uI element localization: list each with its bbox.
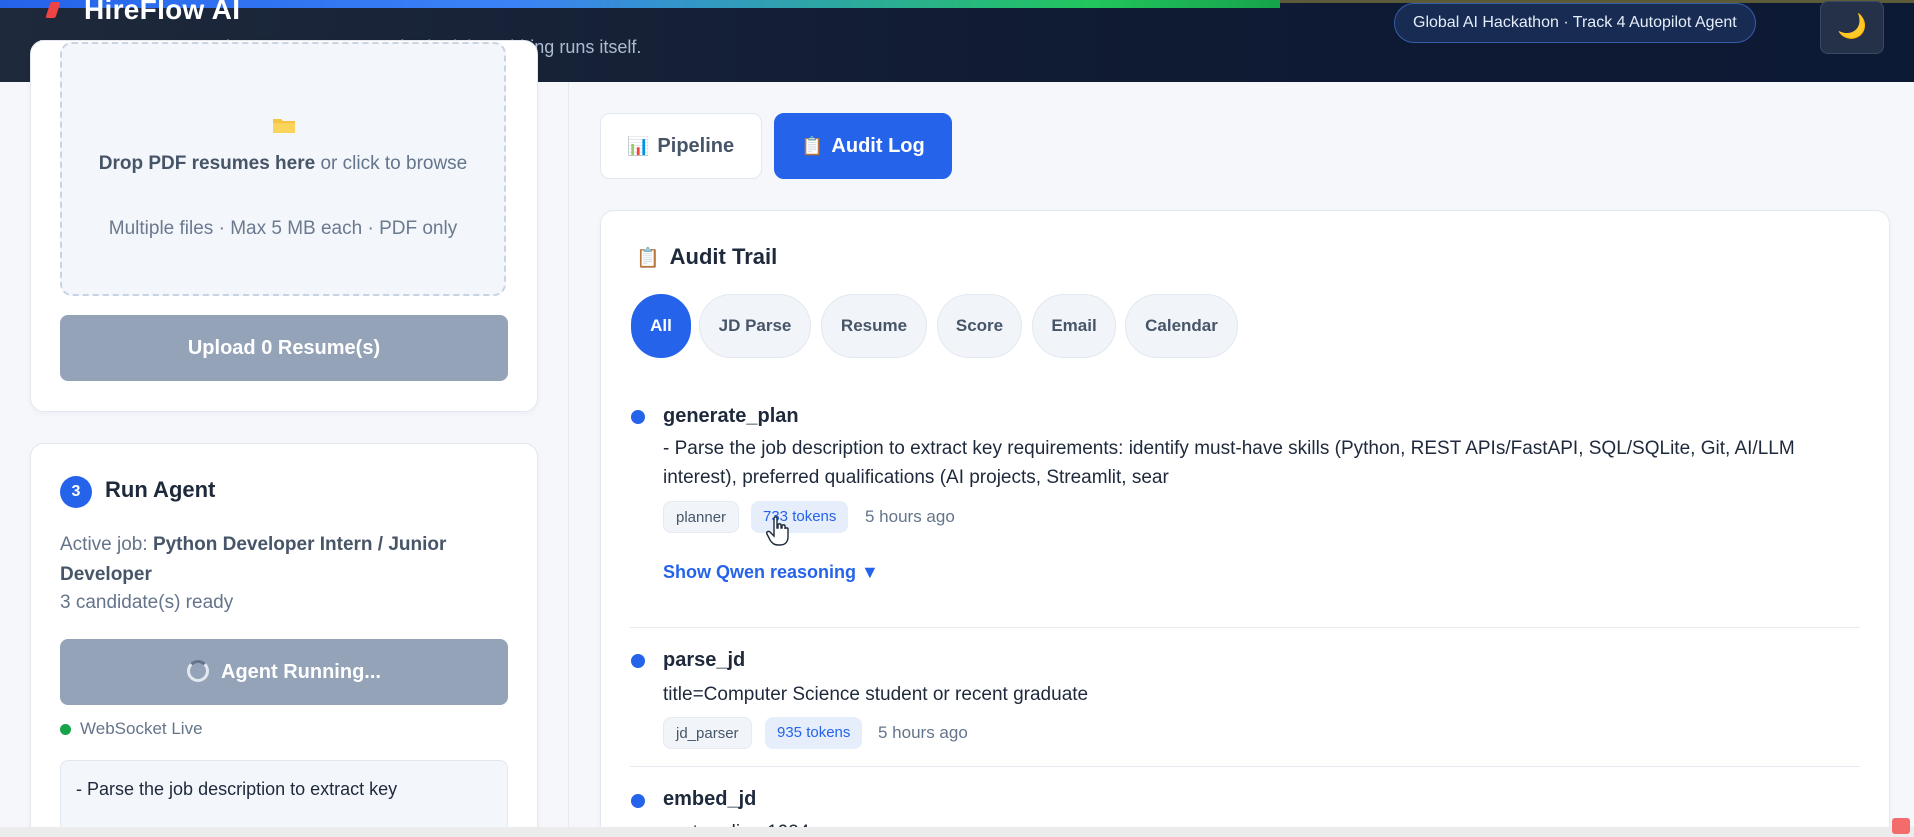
entry-bullet (631, 794, 645, 808)
filter-chip-all[interactable]: All (631, 294, 691, 358)
live-status-dot (60, 724, 71, 735)
node-tag: jd_parser (663, 717, 752, 749)
token-count-tag: 935 tokens (765, 717, 863, 749)
tab-audit-log[interactable]: 📋 Audit Log (774, 113, 952, 179)
hand-cursor-icon (766, 516, 789, 546)
show-reasoning-toggle[interactable]: Show Qwen reasoning ▼ (663, 562, 879, 583)
candidates-ready-text: 3 candidate(s) ready (60, 592, 234, 613)
theme-toggle-button[interactable]: 🌙 (1820, 1, 1884, 54)
audit-entry-name: generate_plan (663, 405, 799, 427)
entry-bullet (631, 654, 645, 668)
dropzone-rest-text: or click to browse (315, 153, 468, 174)
audit-entry-detail: - Parse the job description to extract k… (663, 438, 1795, 488)
node-tag: planner (663, 501, 740, 533)
entry-timestamp: 5 hours ago (865, 507, 955, 526)
entry-divider (630, 766, 1860, 767)
entry-divider (630, 627, 1860, 628)
hackathon-badge: Global AI Hackathon · Track 4 Autopilot … (1394, 3, 1756, 43)
tab-pipeline-label: Pipeline (657, 135, 735, 157)
entry-timestamp: 5 hours ago (878, 723, 968, 742)
step-number-badge: 3 (60, 476, 92, 508)
filter-chip-jd-parse[interactable]: JD Parse (699, 294, 811, 358)
tab-pipeline[interactable]: 📊 Pipeline (600, 113, 762, 179)
clipboard-icon: 📋 (801, 136, 824, 156)
filter-chip-score[interactable]: Score (937, 294, 1022, 358)
spinner-icon (187, 659, 209, 682)
filter-chip-calendar[interactable]: Calendar (1125, 294, 1238, 358)
filter-chip-email[interactable]: Email (1032, 294, 1116, 358)
audit-trail-title-text: Audit Trail (669, 244, 778, 269)
audit-entry-detail: title=Computer Science student or recent… (663, 684, 1089, 705)
dropzone-strong-text: Drop PDF resumes here (98, 153, 316, 174)
dropzone-text: Drop PDF resumes here or click to browse (60, 148, 506, 179)
websocket-status: WebSocket Live (80, 719, 203, 738)
clipboard-icon: 📋 (636, 248, 660, 269)
active-job-info: Active job: Python Developer Intern / Ju… (60, 530, 490, 590)
column-divider (568, 82, 569, 837)
agent-log-text: - Parse the job description to extract k… (76, 779, 398, 799)
moon-icon: 🌙 (1837, 13, 1867, 40)
audit-entry-name: parse_jd (663, 649, 746, 671)
app-title: HireFlow AI (84, 0, 241, 25)
bottom-scrollbar[interactable] (0, 827, 1914, 837)
run-agent-button[interactable]: Agent Running... (60, 639, 508, 705)
folder-icon (273, 119, 295, 133)
audit-trail-title: 📋 Audit Trail (636, 244, 777, 270)
filter-chip-resume[interactable]: Resume (821, 294, 927, 358)
tab-audit-log-label: Audit Log (831, 135, 925, 157)
audit-entry-name: embed_jd (663, 788, 757, 810)
run-agent-title: Run Agent (105, 477, 216, 502)
upload-resumes-button[interactable]: Upload 0 Resume(s) (60, 315, 508, 381)
active-job-label: Active job: (60, 534, 153, 555)
bar-chart-icon: 📊 (627, 136, 650, 156)
entry-bullet (631, 410, 645, 424)
dropzone-hint: Multiple files · Max 5 MB each · PDF onl… (108, 218, 458, 239)
run-agent-button-label: Agent Running... (221, 661, 381, 683)
recording-indicator-icon (1892, 818, 1910, 834)
